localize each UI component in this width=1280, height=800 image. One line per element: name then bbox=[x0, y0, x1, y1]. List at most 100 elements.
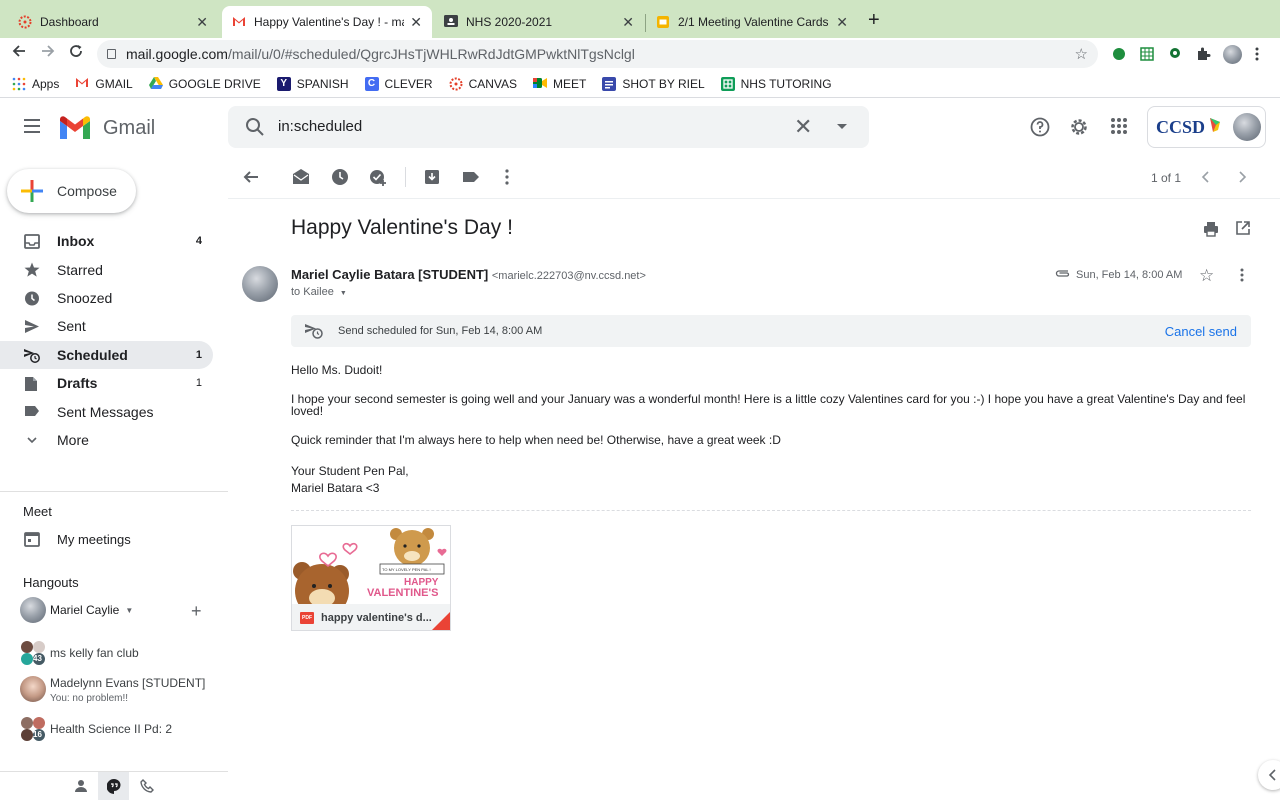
bookmark-nhs-tutoring[interactable]: NHS TUTORING bbox=[720, 76, 832, 91]
bookmark-star-icon[interactable]: ☆ bbox=[1075, 45, 1088, 63]
search-icon[interactable] bbox=[245, 117, 265, 140]
show-details-icon[interactable]: ▼ bbox=[340, 290, 347, 297]
side-panel-toggle[interactable] bbox=[1258, 760, 1280, 790]
sender-name[interactable]: Mariel Caylie Batara [STUDENT] bbox=[291, 267, 488, 282]
chrome-menu-icon[interactable] bbox=[1254, 46, 1270, 62]
gmail-logo-icon[interactable] bbox=[58, 115, 92, 144]
tab-gmail[interactable]: Happy Valentine's Day ! - mari ✕ bbox=[222, 6, 432, 38]
bookmark-google-drive[interactable]: GOOGLE DRIVE bbox=[148, 76, 261, 91]
my-meetings-item[interactable]: My meetings bbox=[24, 531, 131, 547]
gmail-wordmark[interactable]: Gmail bbox=[103, 117, 155, 140]
bookmark-shot-by-riel[interactable]: SHOT BY RIEL bbox=[602, 76, 705, 91]
hangouts-user[interactable]: Mariel Caylie ▼ bbox=[20, 597, 133, 623]
address-bar[interactable]: mail.google.com/mail/u/0/#scheduled/Qgrc… bbox=[97, 40, 1098, 68]
compose-button[interactable]: Compose bbox=[7, 169, 136, 213]
close-tab-icon[interactable]: ✕ bbox=[196, 14, 208, 31]
location-extension-icon[interactable] bbox=[1167, 46, 1183, 62]
account-switcher[interactable]: CCSD bbox=[1147, 106, 1266, 148]
tab-slides[interactable]: 2/1 Meeting Valentine Cards - ( ✕ bbox=[646, 6, 858, 38]
bookmark-meet[interactable]: MEET bbox=[533, 77, 586, 91]
message-more-icon[interactable] bbox=[1240, 268, 1244, 285]
help-icon[interactable] bbox=[1030, 117, 1050, 140]
apps-grid-icon bbox=[12, 77, 26, 91]
open-new-window-icon[interactable] bbox=[1236, 221, 1250, 238]
new-tab-icon[interactable]: + bbox=[868, 9, 880, 32]
sidebar-item-scheduled[interactable]: Scheduled 1 bbox=[0, 340, 213, 369]
older-chevron-icon[interactable] bbox=[1234, 169, 1252, 187]
meet-heading: Meet bbox=[23, 504, 52, 519]
canvas-icon bbox=[449, 77, 463, 91]
sidebar-item-sent[interactable]: Sent bbox=[0, 312, 213, 340]
sidebar-item-starred[interactable]: Starred bbox=[0, 255, 213, 283]
inbox-count: 4 bbox=[195, 235, 202, 248]
back-to-list-icon[interactable] bbox=[242, 168, 260, 186]
sheets-extension-icon[interactable] bbox=[1139, 46, 1155, 62]
person-icon[interactable] bbox=[74, 779, 88, 796]
extension-green-dot-icon[interactable] bbox=[1111, 46, 1127, 62]
hangout-chat-health-science[interactable]: 16 Health Science II Pd: 2 bbox=[20, 716, 172, 742]
bookmark-clever[interactable]: C CLEVER bbox=[364, 76, 433, 91]
tab-nhs[interactable]: NHS 2020-2021 ✕ bbox=[434, 6, 644, 38]
newer-chevron-icon[interactable] bbox=[1198, 169, 1216, 187]
sender-avatar[interactable] bbox=[242, 266, 278, 302]
settings-gear-icon[interactable] bbox=[1069, 117, 1089, 140]
browser-tab-bar: Dashboard ✕ Happy Valentine's Day ! - ma… bbox=[0, 0, 1280, 38]
account-avatar[interactable] bbox=[1233, 113, 1261, 141]
profile-avatar[interactable] bbox=[1223, 45, 1242, 64]
more-options-icon[interactable] bbox=[498, 168, 516, 186]
scheduled-send-icon bbox=[24, 348, 40, 363]
forms-icon bbox=[602, 76, 617, 91]
sidebar-item-inbox[interactable]: Inbox 4 bbox=[0, 227, 213, 255]
label-icon[interactable] bbox=[462, 168, 480, 186]
status-dropdown-icon[interactable]: ▼ bbox=[125, 606, 133, 615]
hangouts-tab[interactable] bbox=[98, 772, 129, 800]
hangout-chat-ms-kelly[interactable]: 43 ms kelly fan club bbox=[20, 640, 139, 666]
clear-search-icon[interactable]: ✕ bbox=[794, 114, 812, 140]
label-icon bbox=[24, 404, 40, 419]
attachment-thumbnail: TO MY LOVELY PEN PAL ! HAPPY VALENTINE'S bbox=[292, 526, 450, 618]
message-date: Sun, Feb 14, 8:00 AM bbox=[1054, 268, 1182, 281]
close-tab-icon[interactable]: ✕ bbox=[836, 14, 848, 31]
attachment-card[interactable]: TO MY LOVELY PEN PAL ! HAPPY VALENTINE'S… bbox=[291, 525, 451, 631]
move-to-icon[interactable] bbox=[423, 168, 441, 186]
canvas-icon bbox=[18, 15, 32, 29]
pagination-text: 1 of 1 bbox=[1151, 171, 1182, 185]
snooze-clock-icon[interactable] bbox=[331, 168, 349, 186]
close-tab-icon[interactable]: ✕ bbox=[622, 14, 634, 31]
forward-icon[interactable] bbox=[41, 44, 55, 63]
sidebar-item-snoozed[interactable]: Snoozed bbox=[0, 284, 213, 312]
reload-icon[interactable] bbox=[69, 44, 83, 63]
sidebar-item-sent-messages[interactable]: Sent Messages bbox=[0, 397, 213, 425]
tab-dashboard[interactable]: Dashboard ✕ bbox=[8, 6, 218, 38]
bookmark-spanish[interactable]: Y SPANISH bbox=[276, 76, 349, 91]
close-tab-icon[interactable]: ✕ bbox=[410, 14, 422, 31]
add-to-tasks-icon[interactable] bbox=[369, 168, 387, 186]
clever-icon: C bbox=[364, 76, 379, 91]
search-options-icon[interactable] bbox=[837, 124, 847, 129]
google-apps-icon[interactable] bbox=[1110, 117, 1128, 138]
hangout-chat-madelynn[interactable]: Madelynn Evans [STUDENT] You: no problem… bbox=[20, 676, 205, 704]
puzzle-extensions-icon[interactable] bbox=[1195, 46, 1211, 62]
search-bar[interactable]: in:scheduled ✕ bbox=[228, 106, 869, 148]
back-icon[interactable] bbox=[12, 44, 26, 63]
star-message-icon[interactable]: ☆ bbox=[1199, 266, 1214, 286]
new-conversation-icon[interactable]: + bbox=[191, 601, 202, 622]
cancel-send-button[interactable]: Cancel send bbox=[1165, 324, 1237, 339]
drive-icon bbox=[148, 76, 163, 91]
sidebar-item-more[interactable]: More bbox=[0, 426, 213, 454]
bookmark-apps[interactable]: Apps bbox=[12, 77, 59, 91]
group-avatar-icon: 16 bbox=[20, 716, 46, 742]
gmail-icon bbox=[75, 77, 89, 91]
attachment-filename: PDF happy valentine's d... bbox=[292, 604, 450, 630]
mark-unread-icon[interactable] bbox=[292, 168, 310, 186]
bookmark-gmail[interactable]: GMAIL bbox=[75, 77, 133, 91]
search-input[interactable]: in:scheduled bbox=[278, 118, 362, 135]
print-icon[interactable] bbox=[1203, 221, 1219, 240]
recipient-line[interactable]: to Kailee ▼ bbox=[291, 286, 347, 298]
chevron-down-icon bbox=[24, 433, 40, 448]
main-menu-icon[interactable] bbox=[24, 119, 40, 133]
bookmark-canvas[interactable]: CANVAS bbox=[449, 77, 517, 91]
phone-icon[interactable] bbox=[140, 779, 154, 796]
sidebar-item-drafts[interactable]: Drafts 1 bbox=[0, 369, 213, 397]
group-avatar-icon: 43 bbox=[20, 640, 46, 666]
